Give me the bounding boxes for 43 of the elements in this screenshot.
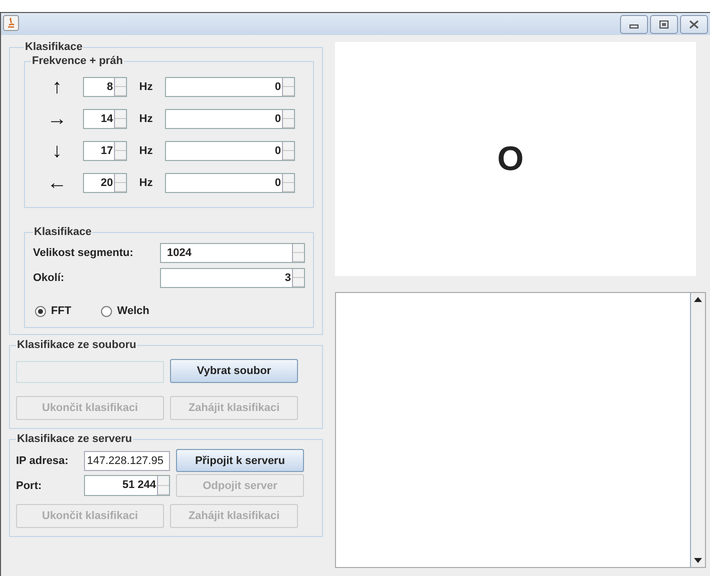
action-button[interactable]: Připojit k serveru xyxy=(176,449,304,472)
action-button[interactable]: Vybrat soubor xyxy=(170,359,298,383)
port-spinner[interactable]: 51 244 xyxy=(84,475,170,496)
panel-title: Klasifikace ze souboru xyxy=(16,339,138,351)
unit-label: Hz xyxy=(138,81,154,93)
value-spinner[interactable]: 1024 xyxy=(160,242,305,262)
scrollbar[interactable] xyxy=(690,293,705,567)
app-icon xyxy=(3,14,19,30)
threshold-spinner[interactable]: 0 xyxy=(165,77,295,97)
minimize-button[interactable] xyxy=(620,14,648,34)
direction-arrow: ← xyxy=(46,172,68,194)
frequency-spinner[interactable]: 14 xyxy=(83,109,127,129)
frequency-spinner[interactable]: 20 xyxy=(83,173,127,193)
panel-title: Klasifikace ze serveru xyxy=(16,433,133,445)
frequency-spinner[interactable]: 17 xyxy=(83,141,127,161)
close-button[interactable] xyxy=(680,14,708,34)
close-icon[interactable] xyxy=(687,18,701,30)
field-label: Port: xyxy=(16,480,43,492)
scroll-down-icon[interactable] xyxy=(694,558,702,563)
method-radio[interactable]: Welch xyxy=(101,305,150,317)
threshold-spinner[interactable]: 0 xyxy=(165,109,295,129)
threshold-spinner[interactable]: 0 xyxy=(165,141,295,161)
scroll-up-icon[interactable] xyxy=(694,297,702,302)
direction-arrow: → xyxy=(46,108,68,130)
ip-address-field[interactable]: 147.228.127.95 xyxy=(84,450,170,470)
frequency-spinner[interactable]: 8 xyxy=(83,77,127,97)
unit-label: Hz xyxy=(138,113,154,125)
field-label: Okolí: xyxy=(33,272,64,284)
panel-title: Klasifikace xyxy=(24,41,84,53)
maximize-icon[interactable] xyxy=(657,18,671,30)
direction-arrow: ↑ xyxy=(51,76,63,98)
result-symbol: O xyxy=(497,140,524,178)
threshold-spinner[interactable]: 0 xyxy=(165,173,295,193)
unit-label: Hz xyxy=(138,177,154,189)
panel-title: Klasifikace xyxy=(33,226,92,238)
field-label: Velikost segmentu: xyxy=(33,246,134,258)
maximize-button[interactable] xyxy=(650,14,678,34)
field-label: IP adresa: xyxy=(16,454,70,466)
panel-title: Frekvence + práh xyxy=(31,55,124,67)
method-radio[interactable]: FFT xyxy=(35,305,72,317)
direction-arrow: ↓ xyxy=(51,140,63,162)
unit-label: Hz xyxy=(138,145,154,157)
value-spinner[interactable]: 3 xyxy=(160,268,305,288)
